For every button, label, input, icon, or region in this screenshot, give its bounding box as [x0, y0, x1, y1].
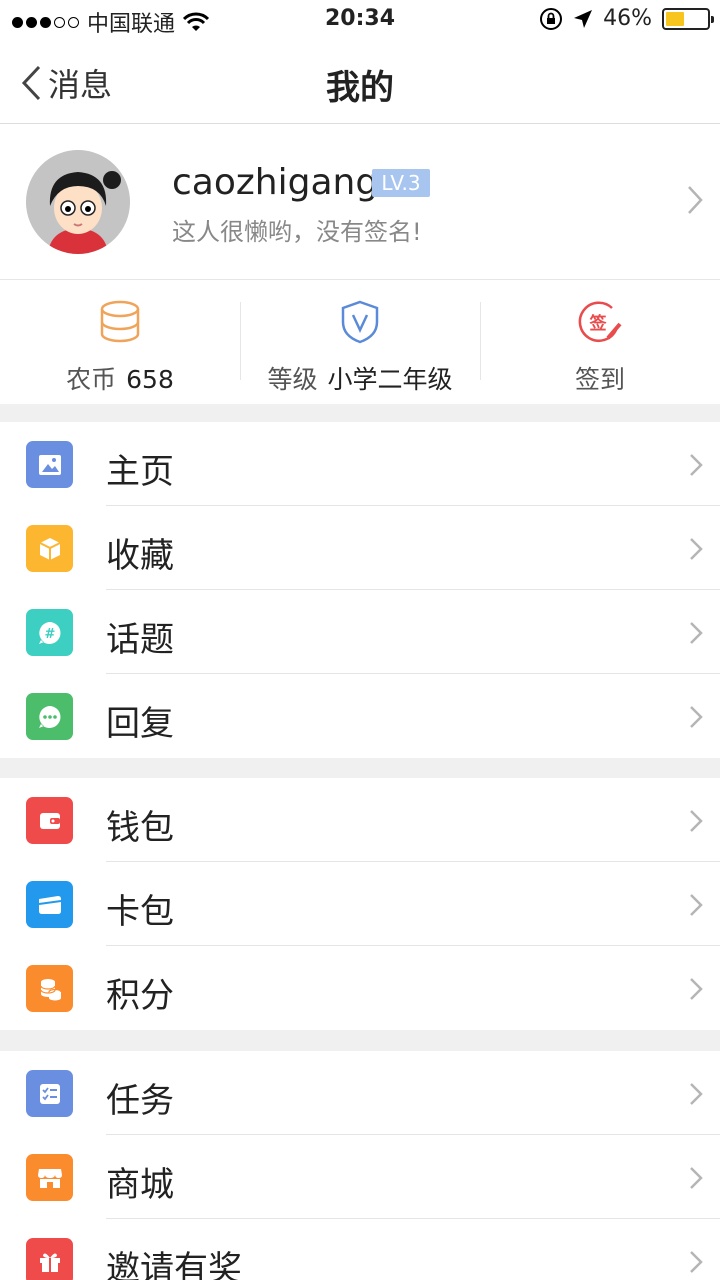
menu-group-3: 任务 商城 邀请有奖 — [0, 1051, 720, 1280]
menu-item-card-wallet[interactable]: 卡包 — [0, 862, 720, 946]
menu-label: 任务 — [106, 1081, 174, 1121]
menu-label: 收藏 — [106, 536, 174, 576]
chevron-right-icon — [690, 454, 703, 476]
page-title: 我的 — [326, 68, 394, 108]
menu-item-wallet[interactable]: 钱包 — [0, 778, 720, 862]
menu-item-store[interactable]: 商城 — [0, 1135, 720, 1219]
chat-bubble-icon — [26, 693, 73, 740]
level-badge: LV.3 — [372, 169, 430, 197]
chevron-right-icon — [688, 186, 703, 214]
chevron-right-icon — [690, 894, 703, 916]
chevron-right-icon — [690, 1083, 703, 1105]
chevron-right-icon — [690, 706, 703, 728]
status-bar: 中国联通 20:34 46% — [0, 0, 720, 40]
coins-label: 农币 — [66, 365, 117, 394]
battery-icon — [662, 7, 714, 30]
rotation-lock-icon — [540, 7, 563, 30]
svg-text:签: 签 — [589, 313, 608, 334]
store-icon — [26, 1154, 73, 1201]
menu-item-tasks[interactable]: 任务 — [0, 1051, 720, 1135]
level-stat[interactable]: 等级 小学二年级 — [240, 280, 480, 404]
coins-stack-icon — [100, 300, 140, 343]
chevron-right-icon — [690, 538, 703, 560]
coins-icon — [26, 965, 73, 1012]
menu-label: 邀请有奖 — [106, 1249, 242, 1280]
checkin-stat[interactable]: 签 签到 — [480, 280, 720, 404]
menu-item-favorites[interactable]: 收藏 — [0, 506, 720, 590]
menu-group-2: 钱包 卡包 积分 — [0, 778, 720, 1030]
menu-group-1: 主页 收藏 # 话题 回复 — [0, 422, 720, 758]
avatar[interactable] — [26, 150, 130, 254]
chevron-right-icon — [690, 978, 703, 1000]
menu-label: 钱包 — [106, 808, 174, 848]
battery-percent: 46% — [603, 6, 652, 31]
user-signature: 这人很懒哟，没有签名! — [172, 218, 422, 246]
wallet-icon — [26, 797, 73, 844]
level-label: 等级 — [267, 365, 318, 394]
card-icon — [26, 881, 73, 928]
stats-bar: 农币 658 等级 小学二年级 签 签到 — [0, 280, 720, 404]
coins-stat[interactable]: 农币 658 — [0, 280, 240, 404]
menu-label: 积分 — [106, 976, 174, 1016]
menu-item-invite-rewards[interactable]: 邀请有奖 — [0, 1219, 720, 1280]
profile-card[interactable]: caozhigang LV.3 这人很懒哟，没有签名! — [0, 124, 720, 280]
menu-item-topics[interactable]: # 话题 — [0, 590, 720, 674]
menu-label: 商城 — [106, 1165, 174, 1205]
checklist-icon — [26, 1070, 73, 1117]
menu-item-points[interactable]: 积分 — [0, 946, 720, 1030]
menu-label: 回复 — [106, 704, 174, 744]
navigation-bar: 消息 我的 — [0, 40, 720, 124]
hashtag-chat-icon: # — [26, 609, 73, 656]
level-value: 小学二年级 — [327, 365, 453, 394]
location-arrow-icon — [574, 9, 593, 28]
box-icon — [26, 525, 73, 572]
menu-label: 主页 — [106, 452, 174, 492]
chevron-right-icon — [690, 1167, 703, 1189]
coins-value: 658 — [126, 365, 174, 394]
checkin-sign-icon: 签 — [578, 301, 622, 342]
chevron-right-icon — [690, 1251, 703, 1273]
username: caozhigang — [172, 162, 379, 203]
chevron-right-icon — [690, 810, 703, 832]
image-icon — [26, 441, 73, 488]
menu-label: 话题 — [106, 620, 174, 660]
menu-item-replies[interactable]: 回复 — [0, 674, 720, 758]
gift-icon — [26, 1238, 73, 1280]
shield-v-icon — [341, 300, 379, 344]
menu-label: 卡包 — [106, 892, 174, 932]
svg-text:#: # — [44, 627, 55, 642]
chevron-right-icon — [690, 622, 703, 644]
menu-item-homepage[interactable]: 主页 — [0, 422, 720, 506]
checkin-label: 签到 — [574, 365, 625, 394]
